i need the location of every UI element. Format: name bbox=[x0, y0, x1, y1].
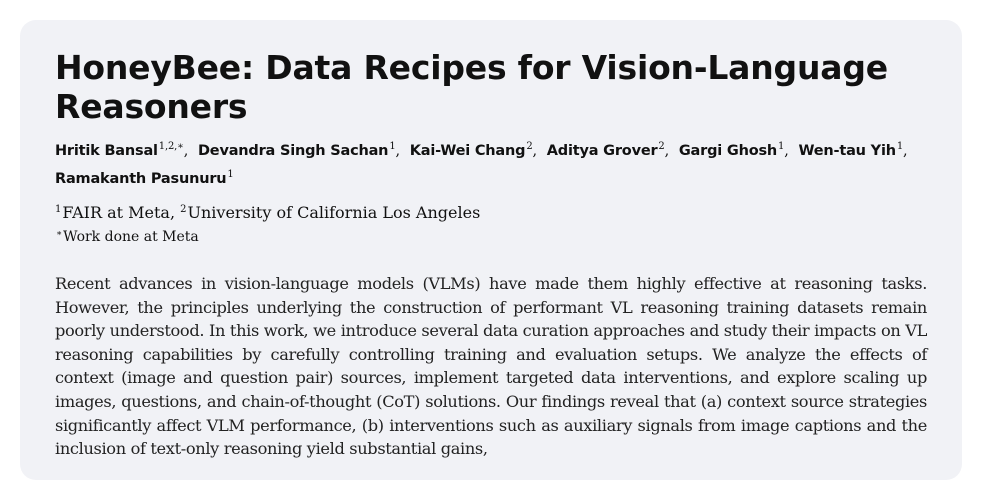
affiliations: 1FAIR at Meta, 2University of California… bbox=[55, 203, 481, 222]
author-name: Wen-tau Yih bbox=[798, 143, 897, 159]
author-affiliation-marker: 1 bbox=[227, 169, 234, 180]
paper-title: HoneyBee: Data Recipes for Vision-Langua… bbox=[55, 48, 888, 126]
author-affiliation-marker: 1,2,∗ bbox=[158, 141, 184, 152]
author: Gargi Ghosh1, bbox=[678, 141, 789, 159]
author-name: Kai-Wei Chang bbox=[409, 143, 526, 159]
affiliation-name: University of California Los Angeles bbox=[187, 203, 481, 222]
author-name: Gargi Ghosh bbox=[678, 143, 778, 159]
author: Ramakanth Pasunuru1 bbox=[55, 169, 234, 187]
abstract: Recent advances in vision-language model… bbox=[55, 274, 927, 459]
paper-header: HoneyBee: Data Recipes for Vision-Langua… bbox=[55, 48, 927, 477]
author-list: Hritik Bansal1,2,∗, Devandra Singh Sacha… bbox=[55, 135, 927, 191]
author-name: Aditya Grover bbox=[546, 143, 658, 159]
paper-header-card: HoneyBee: Data Recipes for Vision-Langua… bbox=[20, 20, 962, 480]
author: Aditya Grover2, bbox=[546, 141, 669, 159]
footnote: ∗Work done at Meta bbox=[55, 224, 927, 247]
author: Kai-Wei Chang2, bbox=[409, 141, 537, 159]
author: Devandra Singh Sachan1, bbox=[197, 141, 400, 159]
affiliation-marker: 1 bbox=[55, 204, 62, 215]
author: Hritik Bansal1,2,∗, bbox=[55, 141, 189, 159]
author: Wen-tau Yih1, bbox=[798, 141, 908, 159]
footnote-marker: ∗ bbox=[56, 229, 63, 239]
author-name: Devandra Singh Sachan bbox=[197, 143, 389, 159]
affiliation-marker: 2 bbox=[180, 204, 187, 215]
author-name: Ramakanth Pasunuru bbox=[55, 171, 227, 187]
author-affiliation-marker: 2 bbox=[658, 141, 665, 152]
footnote-text: Work done at Meta bbox=[63, 229, 199, 245]
affiliation-name: FAIR at Meta bbox=[62, 203, 170, 222]
author-name: Hritik Bansal bbox=[55, 143, 158, 159]
